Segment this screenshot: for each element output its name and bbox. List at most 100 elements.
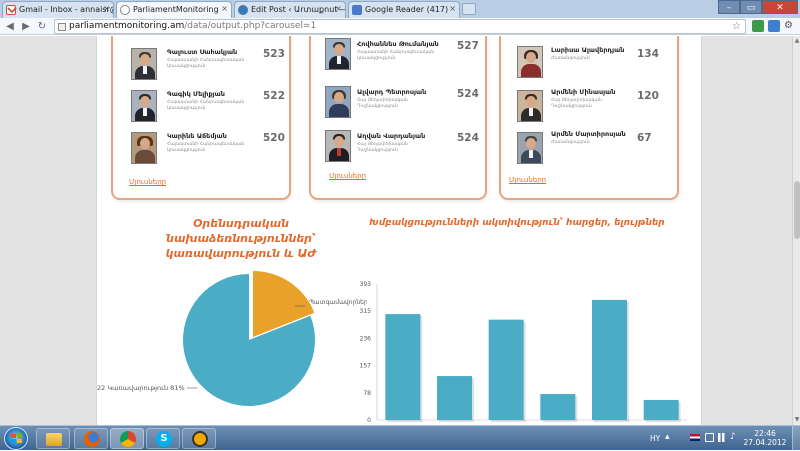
bar [385,314,421,420]
translate-icon[interactable] [768,20,780,32]
taskbar-chrome[interactable] [110,428,144,449]
tab-parliamentmonitoring[interactable]: ParliamentMonitoring × [116,1,232,19]
close-window-icon[interactable]: ✕ [762,0,798,14]
deputy-name[interactable]: Հովհաննես Թումանյան [357,40,439,48]
more-deputies-link[interactable]: Մյուսները [129,178,166,186]
deputy-photo [131,132,157,164]
bookmark-star-icon[interactable]: ☆ [732,20,741,33]
deputy-photo [325,130,351,162]
deputy-name[interactable]: Աղվան Վարդանյան [357,132,425,140]
deputy-score: 524 [457,88,479,100]
taskbar-skype[interactable]: S [146,428,180,449]
taskbar-app[interactable] [182,428,216,449]
network-icon[interactable] [718,433,727,442]
flag-icon[interactable] [690,434,700,441]
page-icon [58,23,66,31]
deputy-card[interactable]: Հովհաննես Թումանյան Հայաստանի Հանրապետակ… [311,36,485,76]
minimize-icon[interactable]: – [718,0,740,14]
scroll-down-icon[interactable]: ▼ [793,416,800,424]
deputy-name[interactable]: Արմեն Մարտիրոսյան [551,130,626,138]
extension-icon[interactable] [752,20,764,32]
pie-chart: Պատգամավորներ 19%22 Կառավարություն 81% [97,271,367,406]
tab-google-reader[interactable]: Google Reader (417) × [348,1,460,18]
tab-strip: Gmail - Inbox - annaisr@gm × ParliamentM… [0,0,800,19]
more-deputies-link[interactable]: Մյուսները [329,172,366,180]
show-hidden-icons-icon[interactable]: ▴ [665,432,670,442]
deputy-score: 522 [263,90,285,102]
deputy-card[interactable]: Աղվան Վարդանյան Հայ Յեղափոխական Դաշնակցո… [311,128,485,168]
deputy-photo [325,86,351,118]
back-icon[interactable]: ◀ [3,20,17,33]
deputy-party: Հայաստանի Հանրապետական կուսակցություն [167,58,245,69]
tab-parliamentmonitoring-title: ParliamentMonitoring [133,5,219,14]
deputy-card[interactable]: Լարիսա Ալավերդյան Ժառանգություն 134 [501,42,677,82]
taskbar-firefox[interactable] [74,428,108,449]
deputy-name[interactable]: Կարինե Աճեմյան [167,132,227,140]
deputy-photo [325,38,351,70]
reload-icon[interactable]: ↻ [35,20,49,33]
address-bar[interactable]: parliamentmonitoring.am/data/output.php?… [54,19,746,34]
tab-edit-post-title: Edit Post ‹ Աrտաքnut — Wo [251,5,345,14]
deputy-card[interactable]: Կարինե Աճեմյան Հայաստանի Հանրապետական կո… [113,128,289,168]
bar [437,376,472,420]
deputy-party: Հայ Յեղափոխական Դաշնակցություն [357,142,408,153]
reader-icon [352,5,362,15]
deputy-photo [517,132,543,164]
volume-icon[interactable]: ♪ [730,432,736,442]
bar [540,394,576,420]
taskbar-explorer[interactable] [36,428,70,449]
vertical-scrollbar[interactable]: ▲ ▼ [792,36,800,425]
language-indicator[interactable]: HY [650,434,660,443]
url-path: /data/output.php?carousel=1 [184,21,317,31]
deputy-party: Հայաստանի Հանրապետական կուսակցություն [167,142,245,153]
system-clock[interactable]: 22:46 27.04.2012 [742,429,788,447]
deputy-name[interactable]: Գագիկ Մելիքյան [167,90,225,98]
more-deputies-link[interactable]: Մյուսները [509,176,546,184]
deputies-box-3: Լարիսա Ալավերդյան Ժառանգություն 134 Արմե… [499,36,679,200]
taskbar: S HY ▴ ♪ 22:46 27.04.2012 [0,425,800,451]
deputy-photo [131,48,157,80]
y-tick-label: 393 [360,281,372,288]
deputy-party: Ժառանգություն [551,140,590,145]
scroll-up-icon[interactable]: ▲ [793,37,800,45]
skype-icon: S [156,431,172,447]
close-icon[interactable]: × [449,4,456,13]
scrollbar-thumb[interactable] [794,181,800,239]
close-icon[interactable]: × [221,4,228,13]
window-controls: – ▭ ✕ [718,0,798,15]
bar-chart-title: Խմբակցությունների ակտիվություն՝ հարցեր, … [369,218,665,228]
close-icon[interactable]: × [335,4,342,13]
maximize-icon[interactable]: ▭ [740,0,762,14]
wordpress-icon [238,5,248,15]
pie-label: 22 Կառավարություն 81% [97,384,185,392]
bar [488,319,524,420]
tab-gmail-title: Gmail - Inbox - annaisr@gm [19,5,113,14]
deputy-name[interactable]: Լարիսա Ալավերդյան [551,46,624,54]
show-desktop-button[interactable] [792,426,800,451]
deputy-score: 523 [263,48,285,60]
deputy-name[interactable]: Արմենի Մինասյան [551,88,615,96]
deputy-name[interactable]: Գալուստ Սահակյան [167,48,237,56]
deputy-party: Հայ Յեղափոխական Դաշնակցություն [357,98,408,109]
action-center-icon[interactable] [705,433,714,442]
new-tab-button[interactable] [462,3,476,15]
deputies-box-2: Հովհաննես Թումանյան Հայաստանի Հանրապետակ… [309,36,487,200]
app-icon [192,431,208,447]
close-icon[interactable]: × [103,4,110,13]
bar-chart: 078157236315393ՀայաստանիՀանրապետականկուս… [360,281,687,424]
deputy-card[interactable]: Ալվարդ Պետրոսյան Հայ Յեղափոխական Դաշնակց… [311,84,485,124]
start-button[interactable] [4,427,28,450]
firefox-icon [84,431,100,447]
wrench-icon[interactable]: ⚙ [784,20,793,31]
deputy-card[interactable]: Արմենի Մինասյան Հայ Յեղափոխական Դաշնակցո… [501,84,677,124]
deputy-card[interactable]: Գագիկ Մելիքյան Հայաստանի Հանրապետական կո… [113,86,289,126]
deputy-card[interactable]: Գալուստ Սահակյան Հայաստանի Հանրապետական … [113,44,289,84]
deputy-party: Ժառանգություն [551,56,590,61]
tab-gmail[interactable]: Gmail - Inbox - annaisr@gm × [2,1,114,18]
tab-google-reader-title: Google Reader (417) [365,5,449,14]
forward-icon[interactable]: ▶ [19,20,33,33]
tab-edit-post[interactable]: Edit Post ‹ Աrտաքnut — Wo × [234,1,346,18]
deputy-score: 527 [457,40,479,52]
deputy-name[interactable]: Ալվարդ Պետրոսյան [357,88,426,96]
deputy-card[interactable]: Արմեն Մարտիրոսյան Ժառանգություն 67 [501,126,677,166]
